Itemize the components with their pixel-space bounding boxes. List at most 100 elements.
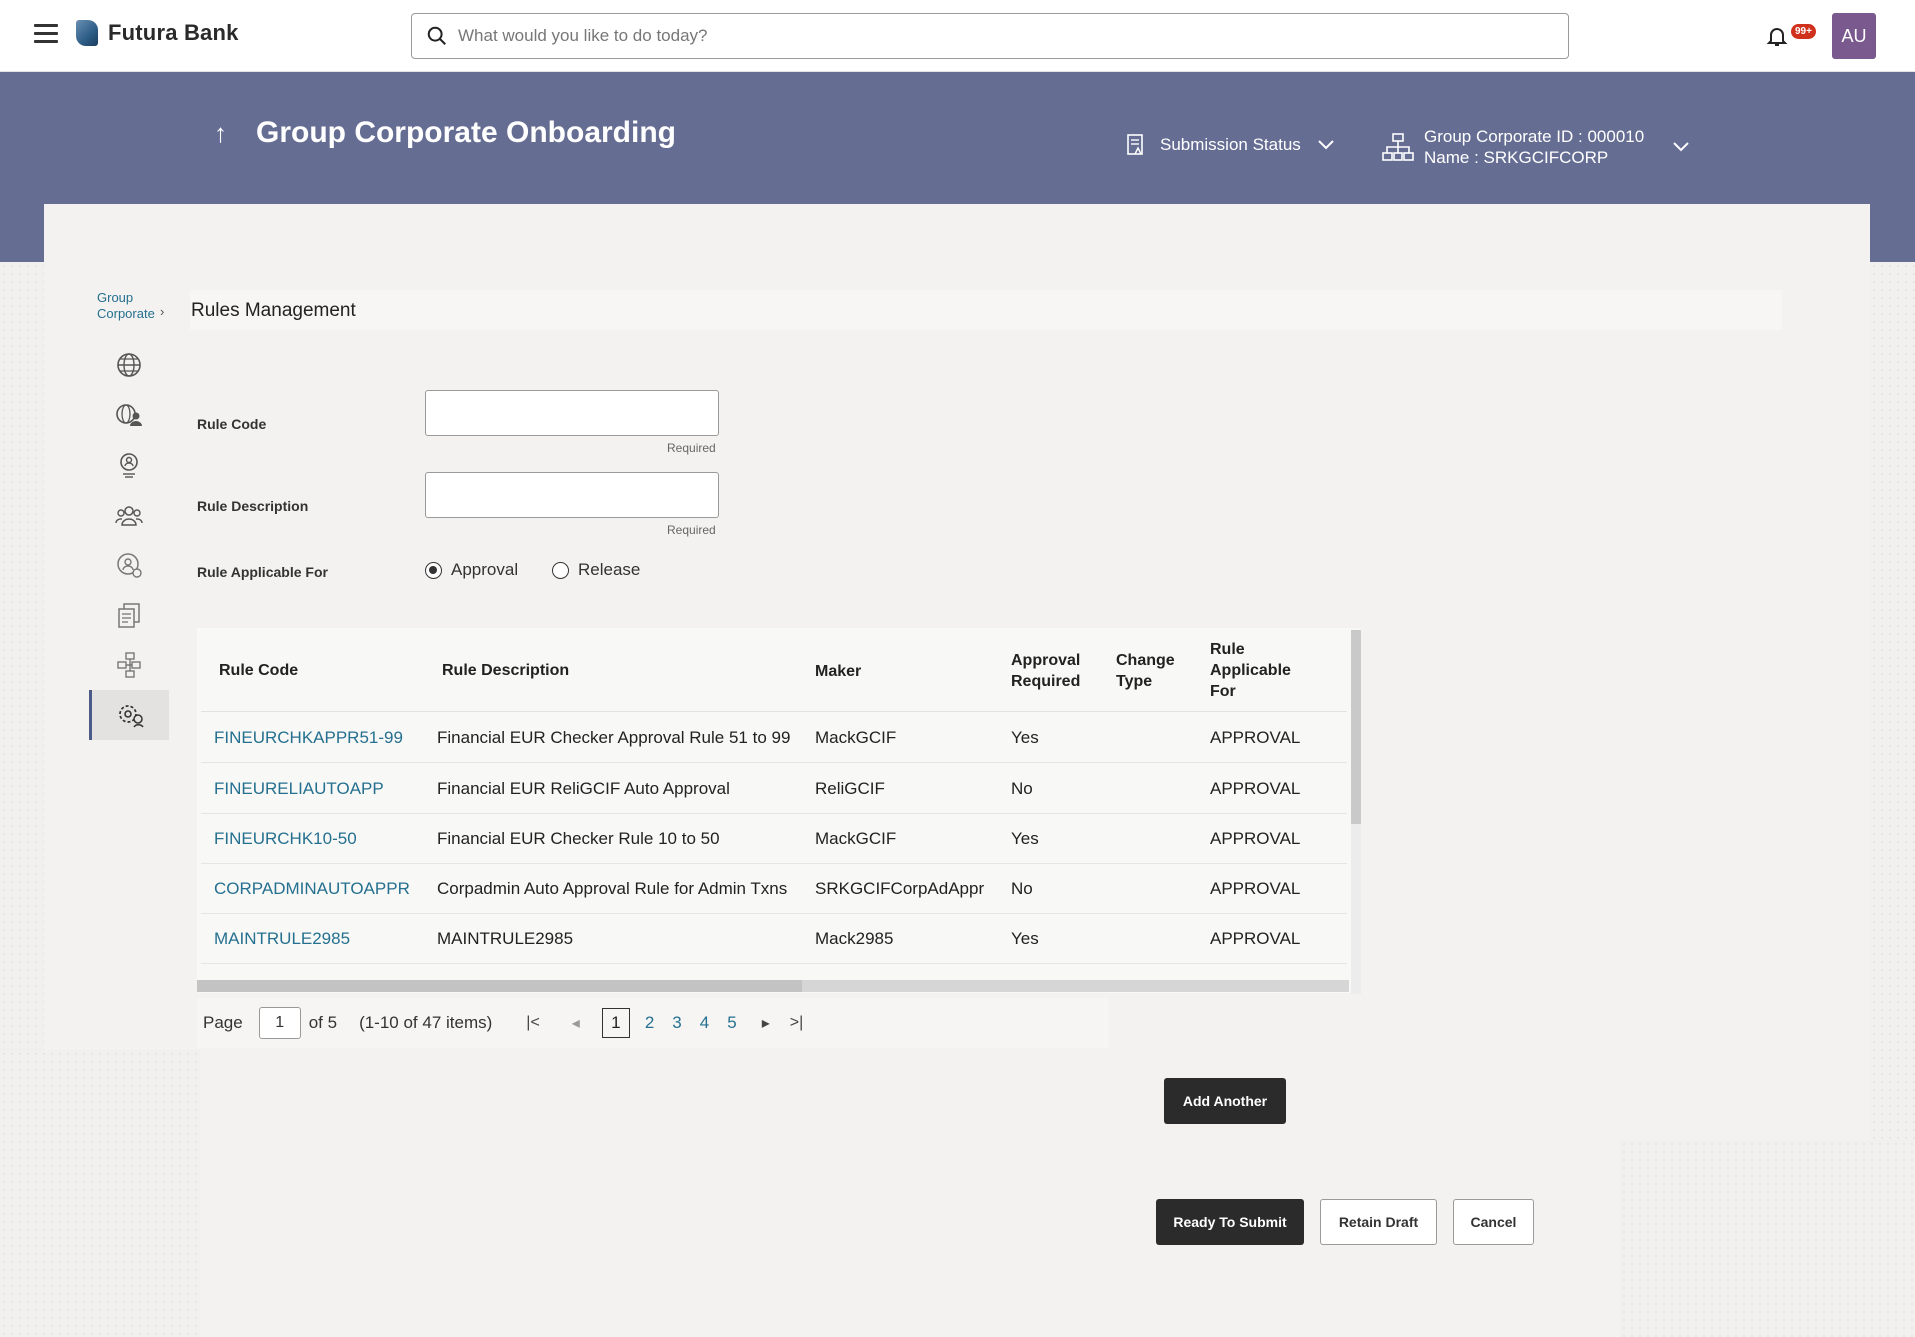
bank-logo[interactable]: Futura Bank <box>76 20 239 46</box>
radio-approval[interactable]: Approval <box>425 560 518 580</box>
header-maker[interactable]: Maker <box>815 661 861 682</box>
bank-name: Futura Bank <box>108 20 239 45</box>
nav-item-documents[interactable] <box>89 590 169 640</box>
page-link-1[interactable]: 1 <box>601 1008 630 1038</box>
first-page-icon[interactable]: |< <box>526 1014 540 1032</box>
page-link-2[interactable]: 2 <box>645 1013 654 1033</box>
maker-cell: Mack2985 <box>815 929 894 948</box>
maker-cell: SRKGCIFCorpAdAppr <box>815 879 985 898</box>
nav-item-globe-user[interactable] <box>89 390 169 440</box>
rule-applicable-cell: APPROVAL <box>1210 728 1301 747</box>
page-count: of 5 <box>308 1013 338 1032</box>
nav-item-rules[interactable] <box>89 690 169 740</box>
page-link-4[interactable]: 4 <box>700 1013 709 1033</box>
page-number-input[interactable]: 1 <box>258 1007 301 1039</box>
search-input[interactable] <box>458 14 1558 58</box>
search-bar[interactable] <box>411 13 1569 59</box>
ready-to-submit-button[interactable]: Ready To Submit <box>1156 1199 1304 1245</box>
items-range: (1-10 of 47 items) <box>359 1013 493 1032</box>
submission-status-dropdown[interactable]: Submission Status <box>1126 134 1335 156</box>
globe-icon <box>117 353 141 377</box>
nav-item-group-users[interactable] <box>89 490 169 540</box>
back-arrow-icon[interactable]: ↑ <box>214 118 227 149</box>
next-page-icon[interactable]: ▸ <box>762 1013 770 1033</box>
rule-code-link[interactable]: FINEURELIAUTOAPP <box>214 779 384 799</box>
horizontal-scrollbar[interactable] <box>197 980 802 992</box>
page-link-5[interactable]: 5 <box>727 1013 736 1033</box>
table-row: CORPADMINAUTOAPPR Corpadmin Auto Approva… <box>201 864 1347 914</box>
header-rule-applicable-for[interactable]: Rule Applicable For <box>1210 639 1291 702</box>
table-row: FINEURCHK10-50 Financial EUR Checker Rul… <box>201 814 1347 864</box>
radio-release-dot[interactable] <box>552 561 569 579</box>
group-corporate-id: Group Corporate ID : 000010 <box>1424 127 1645 146</box>
table-row: FINEURELIAUTOAPP Financial EUR ReliGCIF … <box>201 764 1347 814</box>
nav-item-location-user[interactable] <box>89 440 169 490</box>
table-row: MAINTRULE2985 MAINTRULE2985 Mack2985 Yes… <box>201 914 1347 964</box>
vertical-scrollbar[interactable] <box>1351 630 1361 824</box>
nav-item-user-settings[interactable] <box>89 540 169 590</box>
submission-status-label: Submission Status <box>1160 135 1301 154</box>
rule-description-cell: Corpadmin Auto Approval Rule for Admin T… <box>437 879 788 898</box>
notification-badge: 99+ <box>1791 24 1816 39</box>
rule-description-input[interactable] <box>426 473 718 517</box>
breadcrumb[interactable]: Group Corporate <box>97 290 155 322</box>
rule-code-link[interactable]: MAINTRULE2985 <box>214 929 350 949</box>
pagination: Page 1 of 5 (1-10 of 47 items) |< ◂ 1 2 … <box>197 998 1109 1048</box>
workflow-icon <box>117 652 141 678</box>
header-rule-code[interactable]: Rule Code <box>219 660 298 681</box>
maker-cell: MackGCIF <box>815 829 897 848</box>
documents-icon <box>118 603 140 628</box>
header-change-type[interactable]: Change Type <box>1116 650 1175 692</box>
header-rule-description[interactable]: Rule Description <box>442 660 569 681</box>
chevron-down-icon <box>1673 142 1689 152</box>
page-link-3[interactable]: 3 <box>672 1013 681 1033</box>
rule-code-link[interactable]: CORPADMINAUTOAPPR <box>214 879 410 899</box>
globe-user-icon <box>116 404 142 426</box>
cancel-button[interactable]: Cancel <box>1453 1199 1534 1245</box>
table-header: Rule Code Rule Description Maker Approva… <box>201 628 1347 712</box>
user-settings-icon <box>117 553 142 578</box>
vertical-scrollbar-track[interactable] <box>1351 824 1361 994</box>
last-page-icon[interactable]: >| <box>790 1014 804 1032</box>
bell-icon[interactable] <box>1765 24 1789 48</box>
side-navigation <box>89 340 169 740</box>
add-another-button[interactable]: Add Another <box>1164 1078 1286 1124</box>
required-hint: Required <box>667 441 716 455</box>
rule-applicable-label: Rule Applicable For <box>197 564 328 580</box>
background-pattern <box>1620 1140 1915 1337</box>
rule-description-label: Rule Description <box>197 498 309 514</box>
menu-icon[interactable] <box>34 24 58 44</box>
previous-page-icon[interactable]: ◂ <box>572 1013 580 1033</box>
rule-description-field[interactable] <box>425 472 719 518</box>
retain-draft-button[interactable]: Retain Draft <box>1320 1199 1437 1245</box>
required-hint: Required <box>667 523 716 537</box>
logo-mark-icon <box>76 20 98 46</box>
breadcrumb-line2: Corporate <box>97 306 155 321</box>
rule-code-link[interactable]: FINEURCHKAPPR51-99 <box>214 728 403 748</box>
rule-applicable-cell: APPROVAL <box>1210 829 1301 848</box>
maker-cell: MackGCIF <box>815 728 897 747</box>
page-title: Group Corporate Onboarding <box>256 116 676 149</box>
rule-code-link[interactable]: FINEURCHK10-50 <box>214 829 357 849</box>
approval-required-cell: No <box>1011 779 1033 798</box>
org-chart-icon <box>1382 133 1414 161</box>
header-approval-required[interactable]: Approval Required <box>1011 650 1080 692</box>
group-users-icon <box>115 506 143 526</box>
chevron-right-icon: › <box>160 304 165 319</box>
search-icon <box>427 26 446 45</box>
avatar[interactable]: AU <box>1832 13 1876 59</box>
rule-code-input[interactable] <box>426 391 718 435</box>
rules-table: Rule Code Rule Description Maker Approva… <box>197 628 1361 993</box>
breadcrumb-line1: Group <box>97 290 134 305</box>
radio-approval-dot[interactable] <box>425 561 442 579</box>
nav-item-workflow[interactable] <box>89 640 169 690</box>
background-pattern <box>0 1050 200 1337</box>
group-corporate-selector[interactable]: Group Corporate ID : 000010 Name : SRKGC… <box>1382 126 1690 168</box>
radio-release[interactable]: Release <box>552 560 640 580</box>
section-header <box>190 290 1782 330</box>
rule-description-cell: MAINTRULE2985 <box>437 929 574 948</box>
rule-code-field[interactable] <box>425 390 719 436</box>
nav-item-globe[interactable] <box>89 340 169 390</box>
approval-required-cell: Yes <box>1011 929 1039 948</box>
table-row: FINEURCHKAPPR51-99 Financial EUR Checker… <box>201 713 1347 763</box>
